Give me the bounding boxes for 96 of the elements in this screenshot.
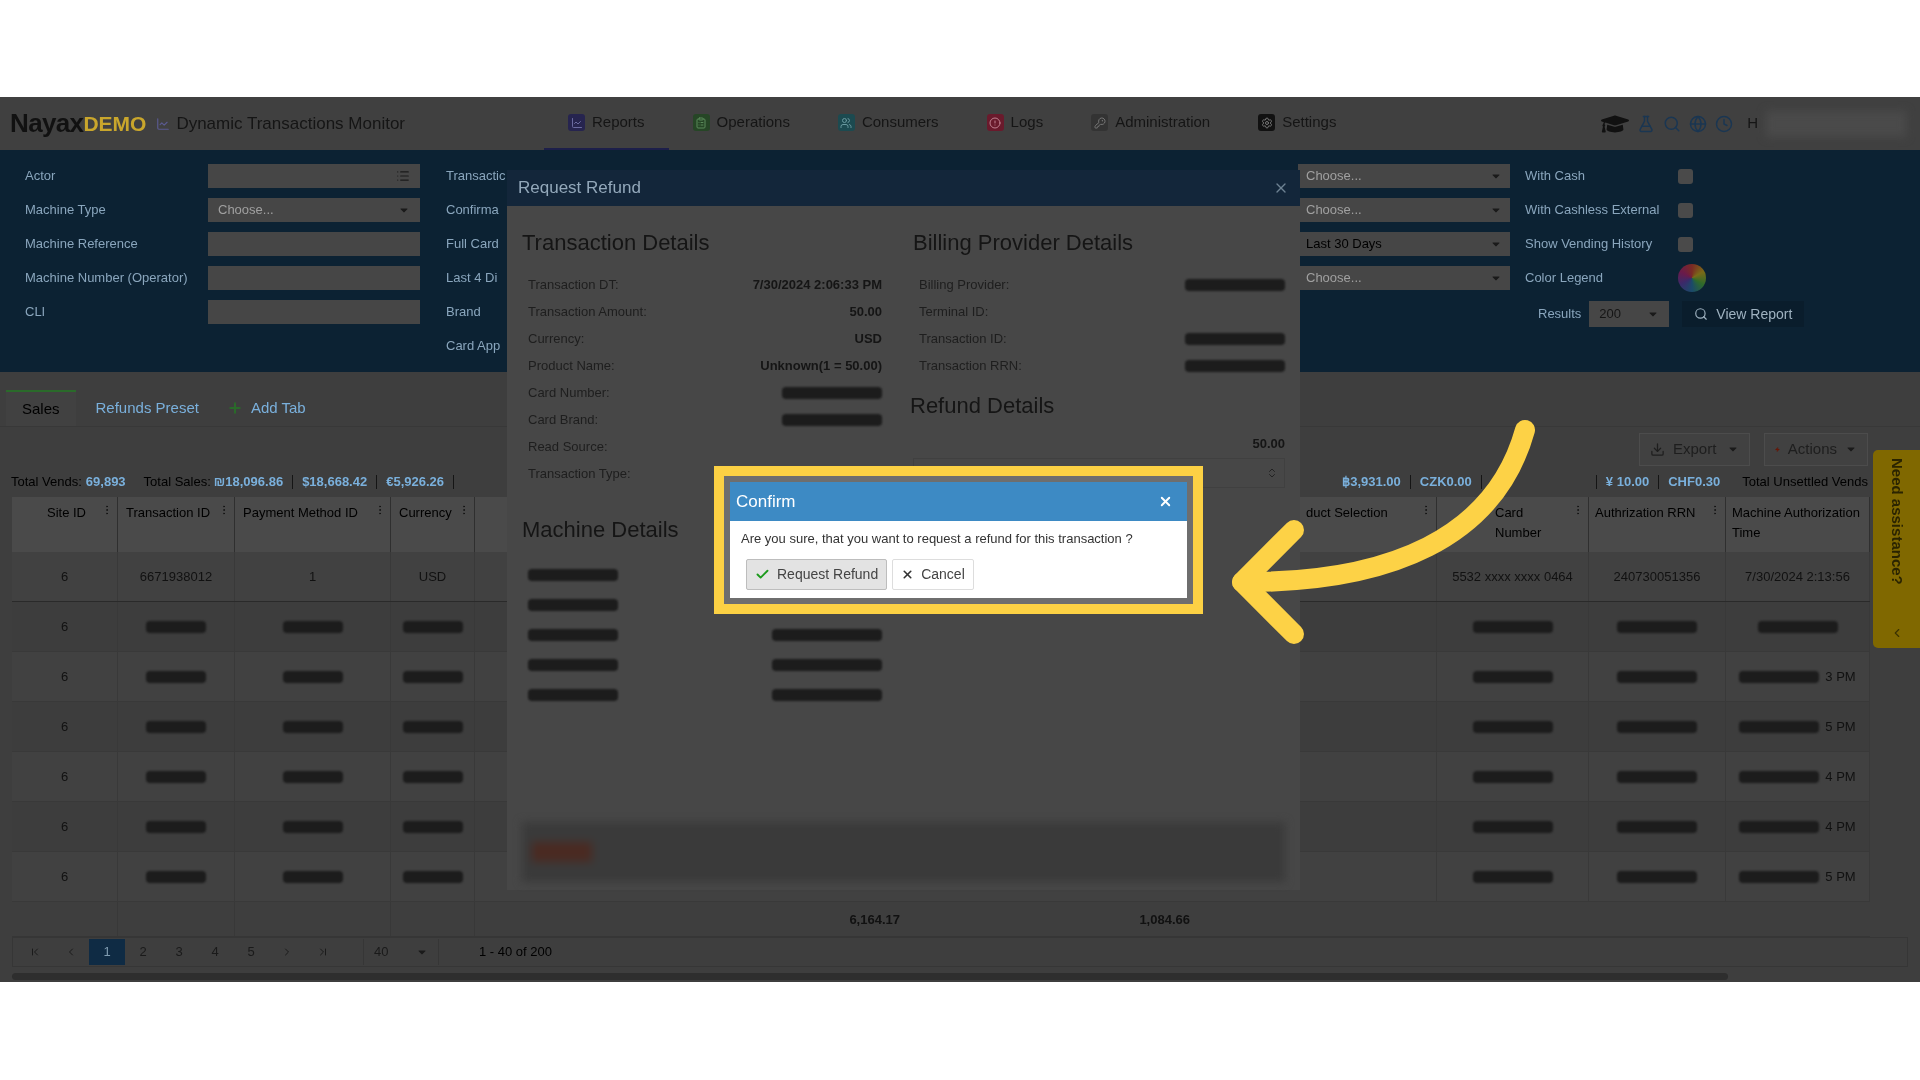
globe-icon[interactable] [1689,114,1708,133]
operations-icon [692,114,710,131]
total-label: Total Unsettled Vends [1742,473,1868,492]
filter-label: CLI [25,303,47,322]
checkbox[interactable] [1678,202,1693,218]
checkbox[interactable] [1678,168,1693,184]
blurred-value [282,870,343,883]
color-wheel-icon[interactable] [1678,264,1706,292]
total-value: ¥ 10.00 [1605,473,1650,492]
column-header[interactable]: Card Number [1495,503,1572,543]
column-header[interactable]: Transaction ID [126,503,211,523]
blurred-value [146,770,206,783]
request-refund-button[interactable]: Request Refund [746,558,888,590]
cancel-button[interactable]: Cancel [892,558,974,590]
filter-label: Confirma [446,201,499,220]
checkbox-label: With Cash [1525,167,1586,186]
plus-icon [226,400,243,416]
blurred-value [146,720,206,733]
select-field[interactable]: Choose... [1298,164,1510,188]
last-page-icon [317,946,329,958]
column-header[interactable]: Payment Method ID [243,503,358,523]
add-tab-button[interactable]: Add Tab [218,390,314,426]
filter-field[interactable] [208,232,420,256]
results-label: Results [1538,305,1582,324]
search-icon [1694,307,1709,321]
blurred-value [282,720,343,733]
column-header[interactable]: Currency [399,503,452,523]
administration-icon [1091,114,1109,131]
select-field[interactable]: Last 30 Days [1298,232,1510,256]
blurred-value [282,620,343,633]
logo-accent: DEMO [83,110,147,135]
view-report-button[interactable]: View Report [1682,301,1805,327]
assistance-tab[interactable]: Need assistance? [1873,450,1920,648]
filter-field[interactable]: Choose... [208,198,420,222]
blurred-value [146,620,206,633]
column-header[interactable]: Authrization RRN [1595,503,1696,523]
search-icon[interactable] [1663,114,1682,133]
total-value: ฿3,931.00 [1342,473,1401,492]
total-value: CHF0.30 [1668,473,1721,492]
download-icon [1650,441,1665,457]
filter-label: Last 4 Di [446,269,498,288]
column-header[interactable]: Site ID [47,503,86,523]
select-field[interactable]: Choose... [1298,266,1510,290]
reports-icon [568,114,585,131]
blurred-value [402,820,463,833]
filter-field[interactable] [208,164,420,188]
settings-icon [1258,114,1276,131]
blurred-value [146,820,206,833]
total-label: Total Sales: [143,473,211,492]
blurred-value [402,770,463,783]
chart-icon [156,116,171,131]
blurred-value [282,770,343,783]
blurred-value [282,670,343,683]
total-value: ₪18,096.86 [213,473,284,492]
dialog-message: Are you sure, that you want to request a refund for this transaction ? [740,530,1134,548]
blurred-value [402,620,463,633]
close-icon[interactable] [1158,494,1173,509]
page-range: 1 - 40 of 200 [479,943,552,962]
column-header[interactable]: duct Selection [1306,503,1388,523]
total-value: CZK0.00 [1419,473,1472,492]
filter-field[interactable] [208,300,420,324]
filter-label: Machine Type [25,201,107,220]
total-value: €5,926.26 [386,473,445,492]
blurred-value [402,670,463,683]
column-header[interactable]: Machine Authorization Time [1732,503,1865,543]
filter-label: Machine Number (Operator) [25,269,189,288]
filter-label: Card App [446,337,501,356]
blurred-value [146,870,206,883]
dialog-title: Confirm [736,490,796,513]
flask-icon[interactable] [1637,114,1656,133]
blurred-value [146,670,206,683]
select-field[interactable]: Choose... [1298,198,1510,222]
logs-icon [986,114,1004,131]
consumers-icon [837,114,855,131]
blurred-value [282,820,343,833]
color-legend-label: Color Legend [1525,269,1605,288]
filter-label: Actor [25,167,57,186]
filter-field[interactable] [208,266,420,290]
modal-title: Request Refund [518,177,641,200]
page-button[interactable]: 1 [89,939,125,965]
filter-label: Brand [446,303,481,322]
checkbox-label: With Cashless External [1525,201,1661,220]
list-icon [396,169,410,183]
checkbox-label: Show Vending History [1525,235,1654,254]
filter-label: Full Card [446,235,499,254]
clock-icon[interactable] [1715,114,1734,133]
filter-label: Transactic [446,167,506,186]
total-value: 69,893 [85,473,126,492]
checkbox[interactable] [1678,236,1693,252]
report-tab[interactable]: Refunds Preset [79,390,215,426]
total-label: Total Vends: [11,473,82,492]
blurred-value [402,870,463,883]
total-value: $18,668.42 [302,473,368,492]
blurred-value [402,720,463,733]
first-page-icon [29,946,41,958]
filter-label: Machine Reference [25,235,139,254]
